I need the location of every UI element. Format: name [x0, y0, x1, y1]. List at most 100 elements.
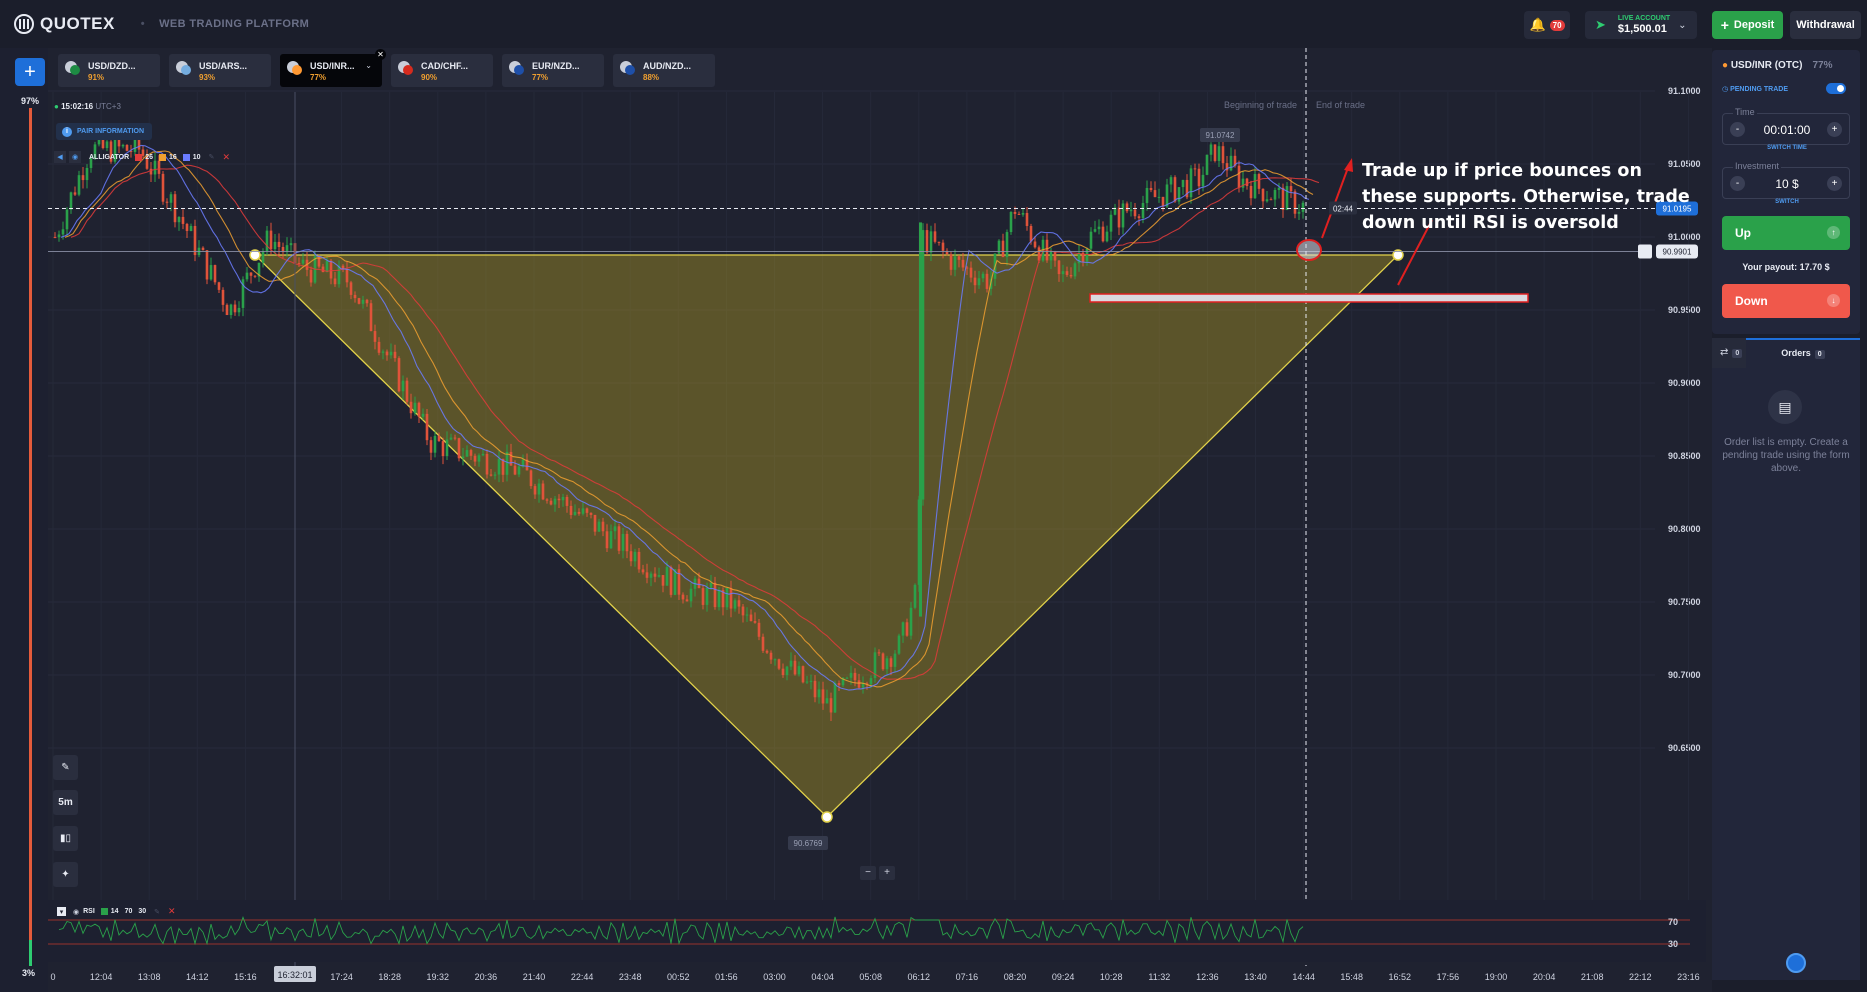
- candle-body: [417, 402, 421, 417]
- tab-history[interactable]: ⇄ 0: [1712, 338, 1746, 368]
- candle-body: [1069, 274, 1073, 277]
- candle-body: [1001, 240, 1005, 257]
- candle-body: [725, 587, 729, 608]
- candle-body: [513, 465, 517, 475]
- triangle-vertex: [821, 811, 833, 823]
- remove-indicator-icon[interactable]: ✕: [222, 152, 230, 163]
- candle-body: [425, 413, 429, 441]
- candle-body: [1117, 207, 1121, 228]
- eye-icon[interactable]: ◉: [69, 151, 81, 163]
- candle-body: [749, 614, 753, 622]
- down-button[interactable]: Down ↓: [1722, 284, 1850, 318]
- collapse-rsi-icon[interactable]: ▾: [57, 907, 66, 916]
- candle-body: [941, 242, 945, 251]
- candle-body: [269, 230, 273, 250]
- candle-body: [481, 453, 485, 456]
- candle-body: [389, 351, 393, 356]
- pair-information-button[interactable]: i PAIR INFORMATION: [56, 123, 153, 140]
- swap-icon: ⇄: [1720, 347, 1729, 358]
- candle-body: [797, 666, 801, 675]
- pending-trade-toggle[interactable]: [1826, 83, 1846, 94]
- investment-value[interactable]: 10 $: [1753, 177, 1821, 191]
- candle-body: [981, 273, 985, 279]
- candle-body: [1245, 178, 1249, 186]
- candle-body: [617, 526, 621, 551]
- timeframe-button[interactable]: 5m: [53, 790, 78, 815]
- candle-body: [701, 588, 705, 605]
- edit-indicator-icon[interactable]: ✎: [209, 153, 215, 161]
- price-chart[interactable]: 91.100091.050091.000090.950090.900090.85…: [0, 0, 1867, 992]
- edit-rsi-icon[interactable]: ✎: [154, 908, 160, 916]
- candle-body: [761, 636, 765, 651]
- zoom-out-button[interactable]: −: [860, 866, 876, 880]
- investment-plus-button[interactable]: +: [1827, 176, 1842, 191]
- time-value[interactable]: 00:01:00: [1753, 123, 1821, 137]
- candle-body: [669, 567, 673, 595]
- history-count: 0: [1732, 349, 1743, 358]
- time-tick-label: 05:08: [859, 972, 882, 982]
- candle-body: [777, 659, 781, 669]
- orders-tabs: ⇄ 0 Orders 0: [1712, 338, 1860, 368]
- candle-body: [1021, 212, 1025, 215]
- candle-body: [1153, 190, 1157, 198]
- candle-body: [585, 508, 589, 513]
- candle-body: [809, 680, 813, 682]
- candle-body: [1133, 209, 1137, 217]
- candle-body: [189, 225, 193, 232]
- chart-type-button[interactable]: ▮▯: [53, 826, 78, 851]
- time-tick-label: 15:48: [1340, 972, 1363, 982]
- indicator-period-2: 16: [168, 153, 177, 161]
- indicator-period-3: 10: [192, 153, 201, 161]
- up-button[interactable]: Up ↑: [1722, 216, 1850, 250]
- candle-body: [621, 533, 625, 551]
- candle-body: [413, 402, 417, 414]
- candle-body: [205, 250, 209, 280]
- switch-link[interactable]: SWITCH: [1723, 199, 1851, 205]
- orders-count: 0: [1814, 350, 1825, 359]
- switch-time-link[interactable]: SWITCH TIME: [1723, 145, 1851, 151]
- support-chat-icon[interactable]: [1786, 953, 1806, 973]
- collapse-indicator-icon[interactable]: ◀: [54, 151, 66, 163]
- candle-body: [681, 594, 685, 600]
- time-tick-label: 18:28: [378, 972, 401, 982]
- alligator-indicator-legend: ◀ ◉ ALLIGATOR 26 16 10 ✎ ✕: [54, 151, 230, 163]
- candle-body: [1293, 191, 1297, 214]
- candle-body: [593, 514, 597, 532]
- candle-body: [1145, 188, 1149, 204]
- selected-asset[interactable]: ● USD/INR (OTC) 77%: [1722, 60, 1833, 71]
- alert-bell-icon: [1638, 244, 1652, 259]
- price-circle-marker: [1296, 239, 1322, 261]
- indicators-button[interactable]: ✦: [53, 862, 78, 887]
- pending-trade-label[interactable]: ◷ PENDING TRADE: [1722, 85, 1788, 93]
- candle-body: [605, 531, 609, 549]
- time-tick-label: 14:44: [1292, 972, 1315, 982]
- zoom-in-button[interactable]: +: [879, 866, 895, 880]
- time-tick-label: 07:16: [956, 972, 979, 982]
- candle-body: [1205, 154, 1209, 175]
- time-minus-button[interactable]: -: [1730, 122, 1745, 137]
- candle-body: [325, 260, 329, 273]
- tab-orders[interactable]: Orders 0: [1746, 338, 1860, 368]
- investment-minus-button[interactable]: -: [1730, 176, 1745, 191]
- time-field[interactable]: Time - 00:01:00 + SWITCH TIME: [1722, 107, 1850, 151]
- rsi-eye-icon[interactable]: ◉: [73, 908, 79, 916]
- candle-body: [857, 680, 861, 688]
- candle-body: [57, 234, 61, 238]
- candle-body: [1141, 203, 1145, 219]
- candle-body: [161, 173, 165, 202]
- time-plus-button[interactable]: +: [1827, 122, 1842, 137]
- candle-body: [1129, 209, 1133, 212]
- time-tick-label: 19:32: [427, 972, 450, 982]
- draw-tool-button[interactable]: ✎: [53, 755, 78, 780]
- remove-rsi-icon[interactable]: ✕: [168, 906, 176, 917]
- candle-body: [1289, 186, 1293, 192]
- candle-body: [421, 413, 425, 417]
- candle-body: [589, 512, 593, 515]
- pending-trade-text: PENDING TRADE: [1730, 86, 1789, 93]
- candle-body: [385, 351, 389, 356]
- candle-body: [697, 578, 701, 589]
- candle-body: [429, 440, 433, 453]
- time-tick-label: 11:32: [1148, 972, 1170, 982]
- investment-field[interactable]: Investment - 10 $ + SWITCH: [1722, 161, 1850, 205]
- empty-orders-icon: ▤: [1768, 390, 1802, 424]
